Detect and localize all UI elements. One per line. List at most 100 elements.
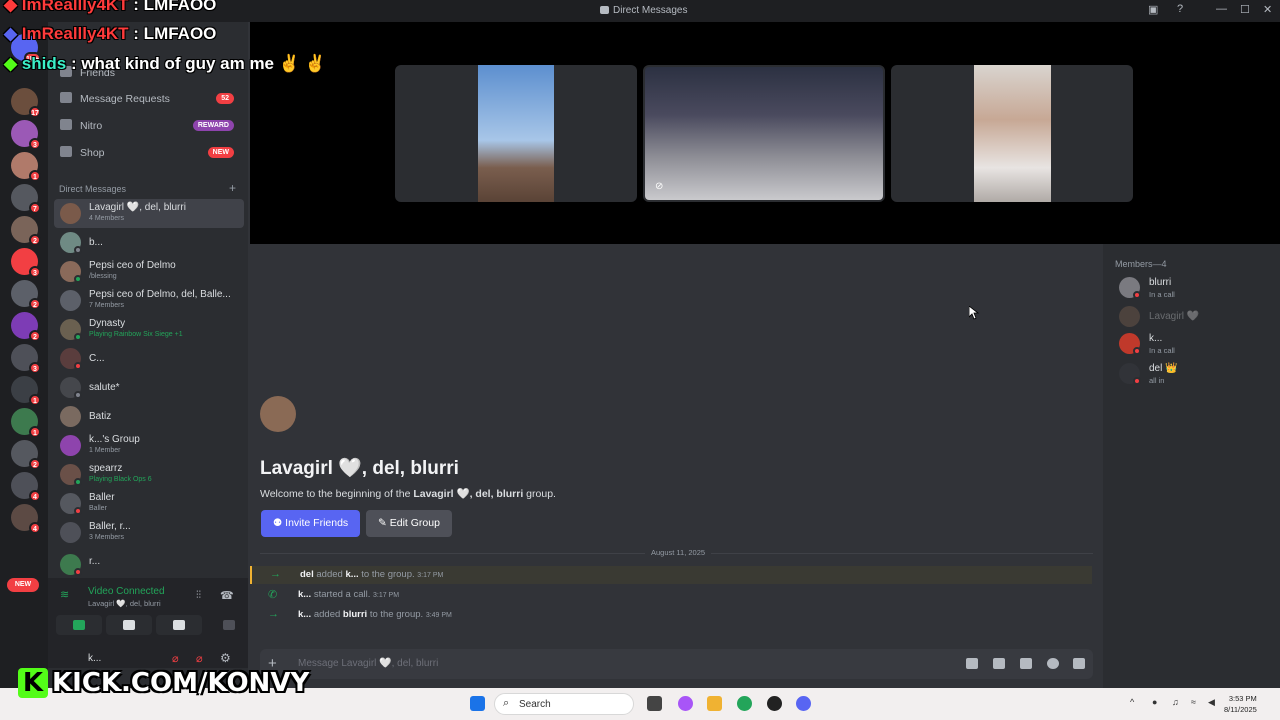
status-indicator <box>1133 347 1141 355</box>
dm-item[interactable]: Baller, r... 3 Members <box>54 518 244 547</box>
inbox-icon[interactable]: ▣ <box>1148 3 1158 16</box>
server-icon[interactable]: 1 <box>11 152 41 182</box>
soundboard-button[interactable] <box>206 615 252 635</box>
member-item[interactable]: Lavagirl 🤍 <box>1119 306 1269 332</box>
disconnect-icon[interactable]: ☎ <box>220 589 234 602</box>
microphone-icon[interactable]: ♫ <box>1172 697 1179 707</box>
dm-item[interactable]: Baller Baller <box>54 489 244 518</box>
sticker-icon[interactable] <box>1020 658 1032 669</box>
voice-channel[interactable]: Lavagirl 🤍, del, blurri <box>88 599 161 608</box>
member-item[interactable]: k... In a call <box>1119 333 1269 359</box>
dm-item[interactable]: spearrz Playing Black Ops 6 <box>54 460 244 489</box>
new-unreads-pill[interactable]: NEW <box>7 578 39 592</box>
activity-button[interactable] <box>156 615 202 635</box>
maximize-button[interactable]: ☐ <box>1240 3 1250 16</box>
video-feed <box>974 65 1051 202</box>
video-tile[interactable] <box>891 65 1133 202</box>
help-icon[interactable]: ? <box>1177 3 1183 15</box>
create-dm-plus-icon[interactable]: + <box>229 181 236 195</box>
server-icon[interactable]: 4 <box>11 504 41 534</box>
server-icon[interactable]: 3 <box>11 248 41 278</box>
user-panel-name[interactable]: k... <box>88 653 101 664</box>
settings-gear-icon[interactable]: ⚙ <box>220 651 231 665</box>
volume-icon[interactable]: ◀ <box>1208 697 1215 708</box>
server-icon[interactable]: 17 <box>11 88 41 118</box>
member-added-icon: → <box>270 568 281 580</box>
server-icon[interactable]: 2 <box>11 440 41 470</box>
dm-item[interactable]: C... <box>54 344 244 373</box>
dm-item[interactable]: Pepsi ceo of Delmo, del, Balle... 7 Membe… <box>54 286 244 315</box>
task-view-icon[interactable] <box>647 696 662 711</box>
taskbar-clock[interactable]: 3:53 PM 8/11/2025 <box>1224 693 1257 715</box>
server-icon[interactable]: 3 <box>11 344 41 374</box>
invite-friends-button[interactable]: ⚉ Invite Friends <box>261 510 360 537</box>
mouse-cursor <box>969 306 979 320</box>
dm-name: k...'s Group <box>89 434 140 445</box>
camera-icon <box>73 620 85 630</box>
server-icon[interactable]: 4 <box>11 472 41 502</box>
avatar <box>60 435 81 456</box>
avatar <box>60 522 81 543</box>
dm-sidebar: Friends Message Requests 52 Nitro REWARD… <box>48 22 248 688</box>
dm-item[interactable]: b... <box>54 228 244 257</box>
discord-taskbar-icon[interactable] <box>796 696 811 711</box>
tray-chevron-icon[interactable]: ^ <box>1130 697 1134 707</box>
dm-item[interactable]: r... <box>54 550 244 576</box>
video-tile[interactable] <box>395 65 637 202</box>
deafen-icon[interactable]: ⌀ <box>196 652 203 665</box>
dm-item[interactable]: Pepsi ceo of Delmo/blessing <box>54 257 244 286</box>
member-name: k... <box>1149 333 1163 344</box>
gif-icon[interactable] <box>993 658 1005 669</box>
soundboard-icon <box>223 620 235 630</box>
obs-icon[interactable] <box>767 696 782 711</box>
dm-subtext: Playing Rainbow Six Siege +1 <box>89 331 183 338</box>
minimize-button[interactable]: — <box>1216 3 1227 15</box>
dm-item[interactable]: Dynasty Playing Rainbow Six Siege +1 <box>54 315 244 344</box>
dm-item[interactable]: Batiz <box>54 402 244 431</box>
server-icon[interactable]: 2 <box>11 280 41 310</box>
edit-group-button[interactable]: ✎ Edit Group <box>366 510 452 537</box>
camera-button[interactable] <box>56 615 102 635</box>
message-input[interactable]: Message Lavagirl 🤍, del, blurri <box>298 658 438 669</box>
server-icon[interactable]: 1 <box>11 408 41 438</box>
member-item[interactable]: del 👑 all in <box>1119 363 1269 389</box>
server-icon[interactable]: 7 <box>11 184 41 214</box>
member-list: Members—4 blurri In a call Lavagirl 🤍 k..… <box>1103 244 1280 688</box>
server-icon[interactable]: 1 <box>11 376 41 406</box>
windows-start-icon[interactable] <box>470 696 485 711</box>
system-message: → k... added blurri to the group. 3:49 P… <box>268 608 452 620</box>
file-explorer-icon[interactable] <box>707 696 722 711</box>
server-icon[interactable]: 3 <box>11 120 41 150</box>
server-icon[interactable]: 2 <box>11 312 41 342</box>
video-tile[interactable]: ⊘ <box>643 65 885 202</box>
dm-item[interactable]: k...'s Group 1 Member <box>54 431 244 460</box>
member-name: Lavagirl 🤍 <box>1149 311 1200 322</box>
dm-subtext: 4 Members <box>89 215 125 222</box>
dm-item[interactable]: salute* <box>54 373 244 402</box>
dm-item[interactable]: Lavagirl 🤍, del, blurri 4 Members <box>54 199 244 228</box>
server-icon[interactable]: 2 <box>11 216 41 246</box>
screen-share-button[interactable] <box>106 615 152 635</box>
server-rail: 1K+ 17 3 1 7 2 3 2 2 3 1 1 2 4 4 NEW <box>0 22 48 688</box>
nav-shop[interactable]: Shop NEW <box>58 142 238 164</box>
unread-badge: 2 <box>29 298 41 310</box>
mail-icon <box>60 92 72 103</box>
copilot-icon[interactable] <box>678 696 693 711</box>
close-button[interactable]: ✕ <box>1263 3 1272 16</box>
emoji-icon[interactable] <box>1047 658 1059 669</box>
nav-message-requests[interactable]: Message Requests 52 <box>58 88 238 110</box>
chrome-icon[interactable] <box>737 696 752 711</box>
noise-suppression-icon[interactable]: ⫶⫶ <box>196 590 201 601</box>
nav-nitro[interactable]: Nitro REWARD <box>58 115 238 137</box>
apps-gamepad-icon[interactable] <box>1073 658 1085 669</box>
mute-icon[interactable]: ⌀ <box>172 652 179 665</box>
member-added-icon: → <box>268 608 279 620</box>
taskbar-search[interactable]: ⌕ Search <box>494 693 634 715</box>
gift-icon[interactable] <box>966 658 978 669</box>
screen-share-icon <box>123 620 135 630</box>
unread-badge: 3 <box>29 266 41 278</box>
message-composer[interactable]: + Message Lavagirl 🤍, del, blurri <box>260 649 1093 679</box>
wifi-icon[interactable]: ≈ <box>1191 697 1196 707</box>
tray-app-icon[interactable]: ● <box>1152 697 1157 707</box>
member-item[interactable]: blurri In a call <box>1119 277 1269 303</box>
